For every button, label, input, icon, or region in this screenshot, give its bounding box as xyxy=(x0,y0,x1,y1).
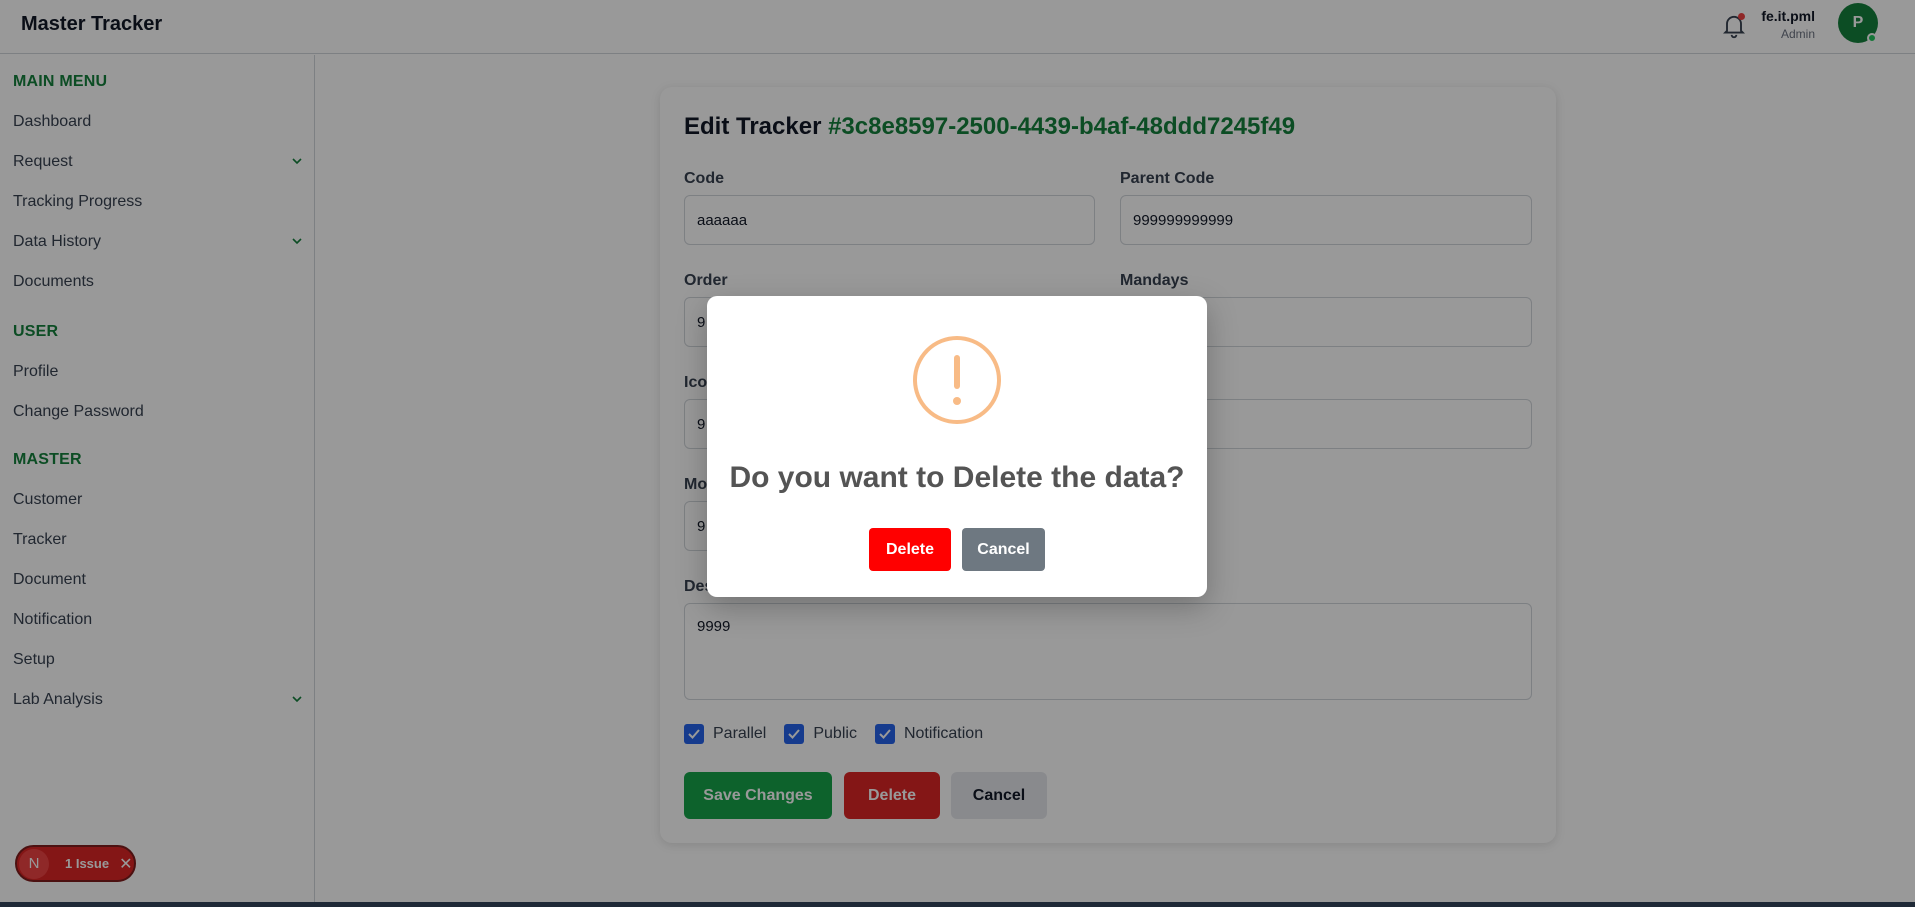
warning-icon xyxy=(913,336,1001,424)
bottom-strip xyxy=(0,902,1915,907)
confirm-delete-button[interactable]: Delete xyxy=(869,528,951,571)
dialog-question: Do you want to Delete the data? xyxy=(729,461,1185,494)
dialog-cancel-button[interactable]: Cancel xyxy=(962,528,1045,571)
delete-confirm-dialog: Do you want to Delete the data? Delete C… xyxy=(707,296,1207,597)
